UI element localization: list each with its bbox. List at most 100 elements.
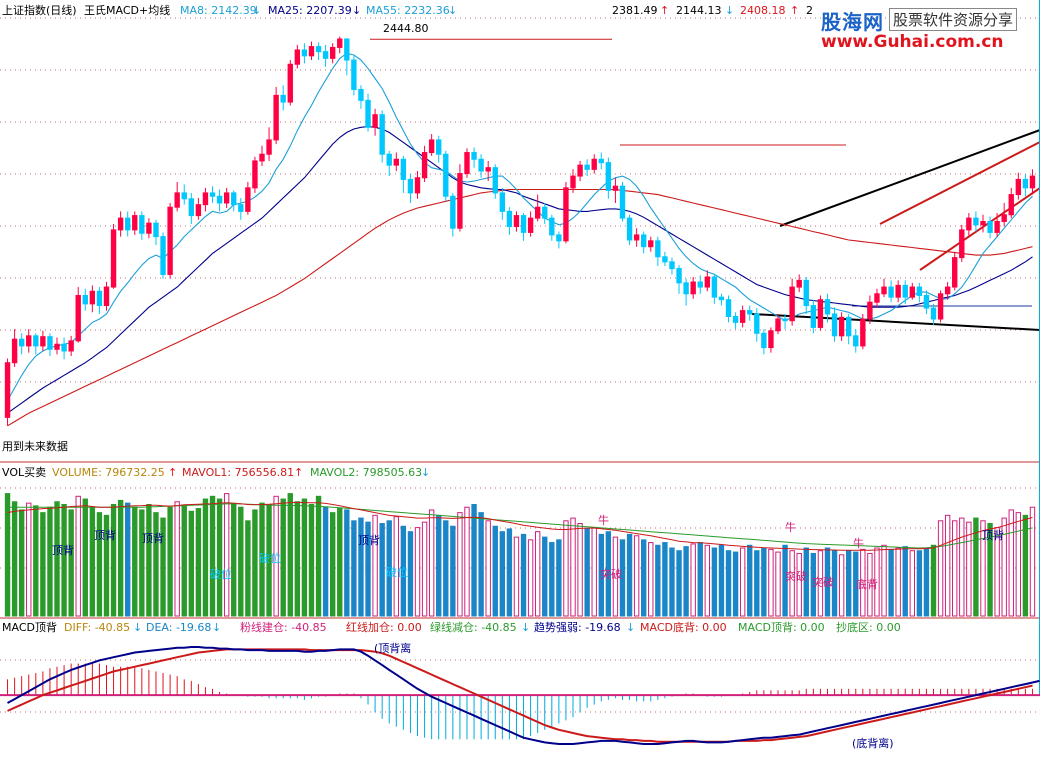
trend-value: 趋势强弱: -19.68 bbox=[534, 621, 621, 634]
ma25-down-arrow-icon: ↓ bbox=[352, 4, 362, 17]
volume-bar bbox=[216, 498, 223, 617]
volume-bar bbox=[450, 525, 456, 617]
volume-bar bbox=[923, 547, 930, 617]
volume-bar bbox=[662, 542, 668, 617]
volume-bar bbox=[308, 503, 315, 617]
volume-bar bbox=[563, 520, 569, 617]
ma55-value: MA55: 2232.36 bbox=[366, 4, 450, 17]
volume-bar bbox=[1015, 512, 1022, 617]
candle bbox=[570, 175, 576, 189]
value-1: 2381.49 bbox=[612, 4, 658, 17]
candle bbox=[534, 206, 541, 219]
volume-bar bbox=[117, 499, 124, 617]
candle bbox=[690, 281, 696, 295]
stock-chart[interactable] bbox=[0, 0, 1040, 776]
volume-bar bbox=[952, 520, 958, 617]
volume-bar bbox=[287, 493, 293, 617]
volume-bar bbox=[838, 554, 845, 617]
candle bbox=[902, 284, 908, 298]
candle bbox=[329, 46, 336, 59]
candle bbox=[662, 256, 668, 263]
volume-bar bbox=[944, 514, 951, 617]
volume-bar bbox=[959, 517, 965, 617]
candle bbox=[563, 187, 569, 242]
vol-annotation: 顶背 bbox=[94, 529, 116, 542]
candle bbox=[393, 158, 399, 166]
volume-bar bbox=[231, 503, 237, 617]
candle bbox=[633, 234, 640, 241]
candle bbox=[308, 46, 315, 57]
vol-annotation: 破位 bbox=[259, 552, 281, 565]
vol-annotation: 顶背 bbox=[982, 529, 1004, 542]
candle bbox=[139, 215, 145, 234]
dea-value: DEA: -19.68 bbox=[146, 621, 212, 634]
candle bbox=[860, 318, 866, 347]
volume-bar bbox=[75, 495, 81, 617]
volume-bar bbox=[153, 512, 159, 617]
volume-bar bbox=[916, 550, 923, 617]
green-line-value: 绿线减仓: -40.85 bbox=[430, 621, 517, 634]
candle bbox=[683, 282, 689, 295]
candle bbox=[153, 222, 159, 238]
guhai-logo[interactable]: 股海网 股票软件资源分享 www.Guhai.com.cn bbox=[817, 6, 1039, 54]
volume-bar bbox=[132, 506, 138, 617]
volume-bar bbox=[344, 509, 350, 617]
bottom-zone-value: 抄底区: 0.00 bbox=[836, 621, 901, 634]
volume-bar bbox=[796, 552, 802, 617]
logo-brand: 股海网 bbox=[821, 10, 884, 34]
candle bbox=[810, 305, 817, 328]
volume-bar bbox=[676, 550, 682, 617]
volume-bar bbox=[414, 527, 421, 617]
candle bbox=[669, 261, 675, 270]
candle bbox=[966, 217, 972, 231]
volume-bar bbox=[26, 502, 32, 617]
candle bbox=[775, 318, 781, 332]
volume-bar bbox=[195, 508, 202, 617]
volume-bar bbox=[542, 536, 548, 617]
volume-bar bbox=[18, 509, 25, 617]
candle bbox=[831, 313, 838, 337]
candle bbox=[881, 286, 887, 295]
candle bbox=[47, 336, 53, 350]
peak-label: 2444.80 bbox=[383, 22, 429, 35]
volume-bar bbox=[421, 521, 428, 617]
candle bbox=[61, 343, 67, 352]
ma55-down-arrow-icon: ↓ bbox=[448, 4, 458, 17]
value-2: 2144.13 bbox=[676, 4, 722, 17]
candle bbox=[1001, 214, 1007, 222]
candle bbox=[223, 192, 230, 204]
volume-bar bbox=[485, 520, 491, 617]
candle bbox=[96, 290, 103, 307]
vol-annotation: 牛 bbox=[853, 537, 864, 550]
candle bbox=[428, 139, 435, 154]
volume-bar bbox=[315, 495, 322, 617]
candle bbox=[436, 139, 442, 155]
volume-bar bbox=[443, 520, 449, 617]
candle bbox=[492, 167, 498, 194]
ma8-value: MA8: 2142.39 bbox=[180, 4, 257, 17]
volume-bar bbox=[54, 501, 60, 617]
candle bbox=[527, 217, 534, 233]
candle bbox=[259, 153, 265, 162]
volume-bar bbox=[238, 506, 244, 617]
candle bbox=[577, 164, 583, 177]
candle bbox=[457, 173, 463, 229]
candle bbox=[888, 286, 894, 298]
candle bbox=[18, 338, 25, 347]
candle bbox=[273, 94, 279, 141]
vol-annotation: 顶背 bbox=[358, 534, 380, 547]
volume-bar bbox=[202, 498, 209, 617]
candle bbox=[754, 313, 760, 334]
ma8-down-arrow-icon: ↓ bbox=[252, 4, 262, 17]
red-line-value: 红线加仓: 0.00 bbox=[346, 621, 422, 634]
candle bbox=[26, 335, 32, 347]
volume-bar bbox=[690, 543, 696, 617]
candle bbox=[789, 286, 795, 322]
mavol1-value: MAVOL1: 756556.81 bbox=[182, 466, 295, 479]
candle bbox=[209, 192, 216, 197]
candle bbox=[337, 38, 343, 48]
future-data-note: 用到未来数据 bbox=[2, 440, 68, 453]
volume-bar bbox=[845, 550, 852, 617]
candle bbox=[287, 63, 293, 103]
volume-bar bbox=[372, 514, 378, 617]
